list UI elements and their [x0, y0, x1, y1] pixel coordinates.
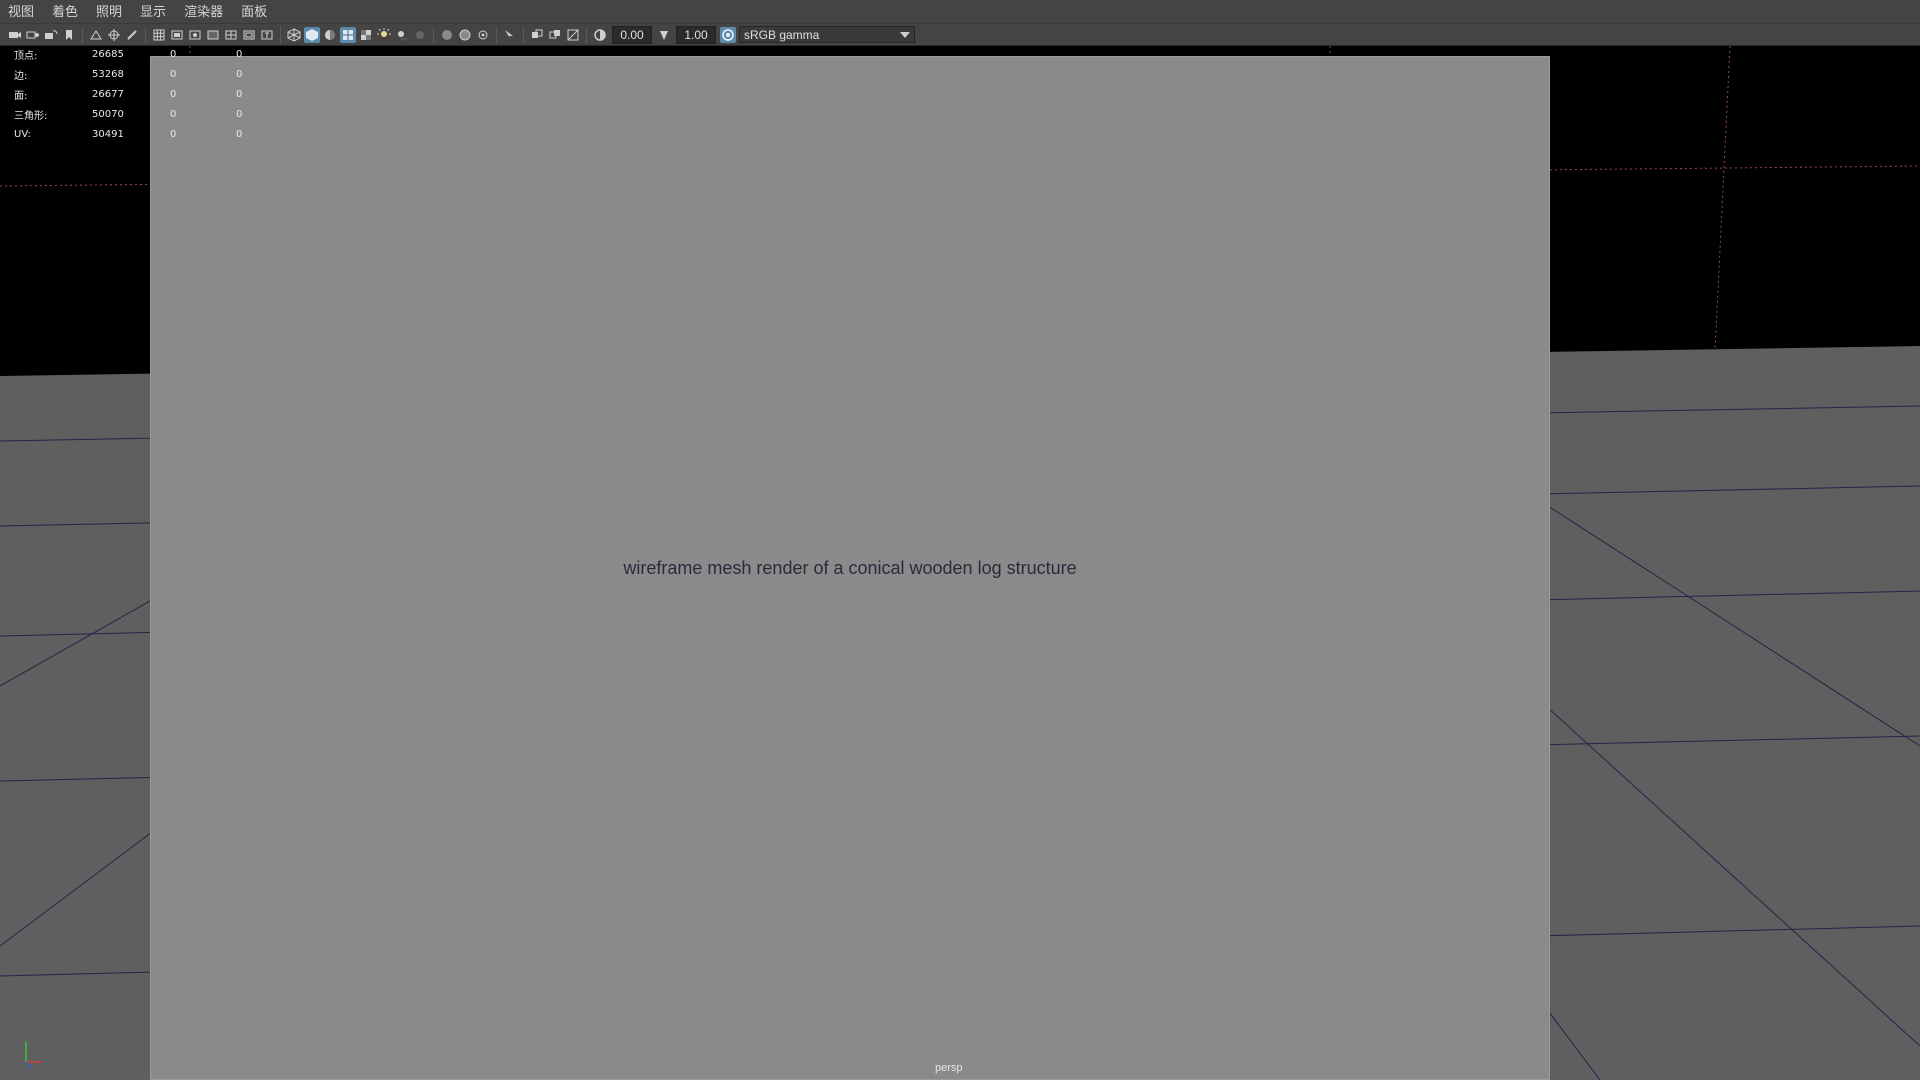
- hud-value: 30491: [92, 128, 124, 140]
- grid-icon[interactable]: [151, 27, 167, 43]
- hud-label: 三角形:: [14, 110, 48, 122]
- chevron-down-icon: [900, 32, 910, 38]
- hud-row-uvs: UV: 30491 0 0: [14, 124, 256, 144]
- backface-culling-icon[interactable]: [547, 27, 563, 43]
- hud-value: 0: [236, 88, 243, 100]
- hud-value: 0: [170, 108, 177, 120]
- hud-label: UV:: [14, 128, 31, 140]
- screen-space-ao-icon[interactable]: [412, 27, 428, 43]
- bookmark-icon[interactable]: [61, 27, 77, 43]
- camera-lock-icon[interactable]: [43, 27, 59, 43]
- safe-title-icon[interactable]: [259, 27, 275, 43]
- bounding-box-icon[interactable]: [565, 27, 581, 43]
- hud-value: 0: [236, 128, 243, 140]
- viewport[interactable]: wireframe mesh render of a conical woode…: [0, 46, 1920, 1080]
- hud-value: 0: [236, 68, 243, 80]
- menu-view[interactable]: 视图: [0, 0, 43, 24]
- wireframe-on-shaded-icon[interactable]: [340, 26, 356, 43]
- image-plane-icon[interactable]: [88, 27, 104, 43]
- safe-action-icon[interactable]: [241, 27, 257, 43]
- hud-label: 顶点:: [14, 50, 38, 62]
- exposure-icon[interactable]: [592, 27, 608, 43]
- viewport-mesh-placeholder: wireframe mesh render of a conical woode…: [150, 56, 1550, 1080]
- smooth-shade-icon[interactable]: [304, 26, 320, 43]
- xray-active-components-icon[interactable]: [457, 27, 473, 43]
- toolbar-separator: [82, 26, 83, 43]
- textured-icon[interactable]: [358, 27, 374, 43]
- toolbar-separator: [280, 26, 281, 43]
- xray-joints-icon[interactable]: [475, 27, 491, 43]
- menu-shading[interactable]: 着色: [43, 0, 87, 24]
- hud-value: 26677: [92, 88, 124, 100]
- gate-mask-icon[interactable]: [205, 27, 221, 43]
- xray-icon[interactable]: [439, 27, 455, 43]
- field-chart-icon[interactable]: [223, 27, 239, 43]
- hud-row-vertices: 顶点: 26685 0 0: [14, 46, 256, 64]
- color-management-icon[interactable]: [720, 26, 736, 43]
- axis-gizmo-icon: [25, 1042, 42, 1069]
- hud-row-edges: 边: 53268 0 0: [14, 64, 256, 84]
- grease-pencil-icon[interactable]: [124, 27, 140, 43]
- gamma-field[interactable]: 1.00: [676, 25, 716, 44]
- poly-count-hud: 顶点: 26685 0 0 边: 53268 0 0 面: 26677 0 0 …: [14, 46, 256, 144]
- hud-label: 边:: [14, 70, 28, 82]
- two-sided-lighting-icon[interactable]: [529, 27, 545, 43]
- two-d-pan-icon[interactable]: [106, 27, 122, 43]
- film-gate-icon[interactable]: [169, 27, 185, 43]
- toolbar-separator: [523, 26, 524, 43]
- default-material-icon[interactable]: [322, 27, 338, 43]
- shadows-icon[interactable]: [394, 27, 410, 43]
- hud-value: 0: [170, 68, 177, 80]
- toolbar-separator: [433, 26, 434, 43]
- hud-value: 0: [236, 108, 243, 120]
- resolution-gate-icon[interactable]: [187, 27, 203, 43]
- menu-show[interactable]: 显示: [131, 0, 175, 24]
- menu-panels[interactable]: 面板: [232, 0, 276, 24]
- isolate-select-icon[interactable]: [502, 27, 518, 43]
- color-space-value: sRGB gamma: [744, 28, 820, 42]
- camera-icon[interactable]: [7, 27, 23, 43]
- menu-renderer[interactable]: 渲染器: [175, 0, 232, 24]
- menubar: 视图 着色 照明 显示 渲染器 面板: [0, 0, 1920, 24]
- camera-attributes-icon[interactable]: [25, 27, 41, 43]
- menu-lighting[interactable]: 照明: [87, 0, 131, 24]
- hud-value: 0: [170, 88, 177, 100]
- panel-toolbar: 0.00 1.00 sRGB gamma: [0, 24, 1920, 46]
- toolbar-separator: [496, 26, 497, 43]
- hud-value: 50070: [92, 108, 124, 120]
- hud-value: 26685: [92, 48, 124, 60]
- camera-name-label: persp: [935, 1062, 963, 1074]
- wireframe-icon[interactable]: [286, 27, 302, 43]
- hud-value: 0: [236, 48, 243, 60]
- color-space-dropdown[interactable]: sRGB gamma: [739, 26, 915, 43]
- hud-value: 53268: [92, 68, 124, 80]
- toolbar-separator: [586, 26, 587, 43]
- toolbar-separator: [145, 26, 146, 43]
- hud-label: 面:: [14, 90, 28, 102]
- hud-value: 0: [170, 48, 177, 60]
- lights-icon[interactable]: [376, 27, 392, 43]
- gamma-icon[interactable]: [656, 27, 672, 43]
- hud-value: 0: [170, 128, 177, 140]
- hud-row-triangles: 三角形: 50070 0 0: [14, 104, 256, 124]
- exposure-field[interactable]: 0.00: [612, 25, 652, 44]
- hud-row-faces: 面: 26677 0 0: [14, 84, 256, 104]
